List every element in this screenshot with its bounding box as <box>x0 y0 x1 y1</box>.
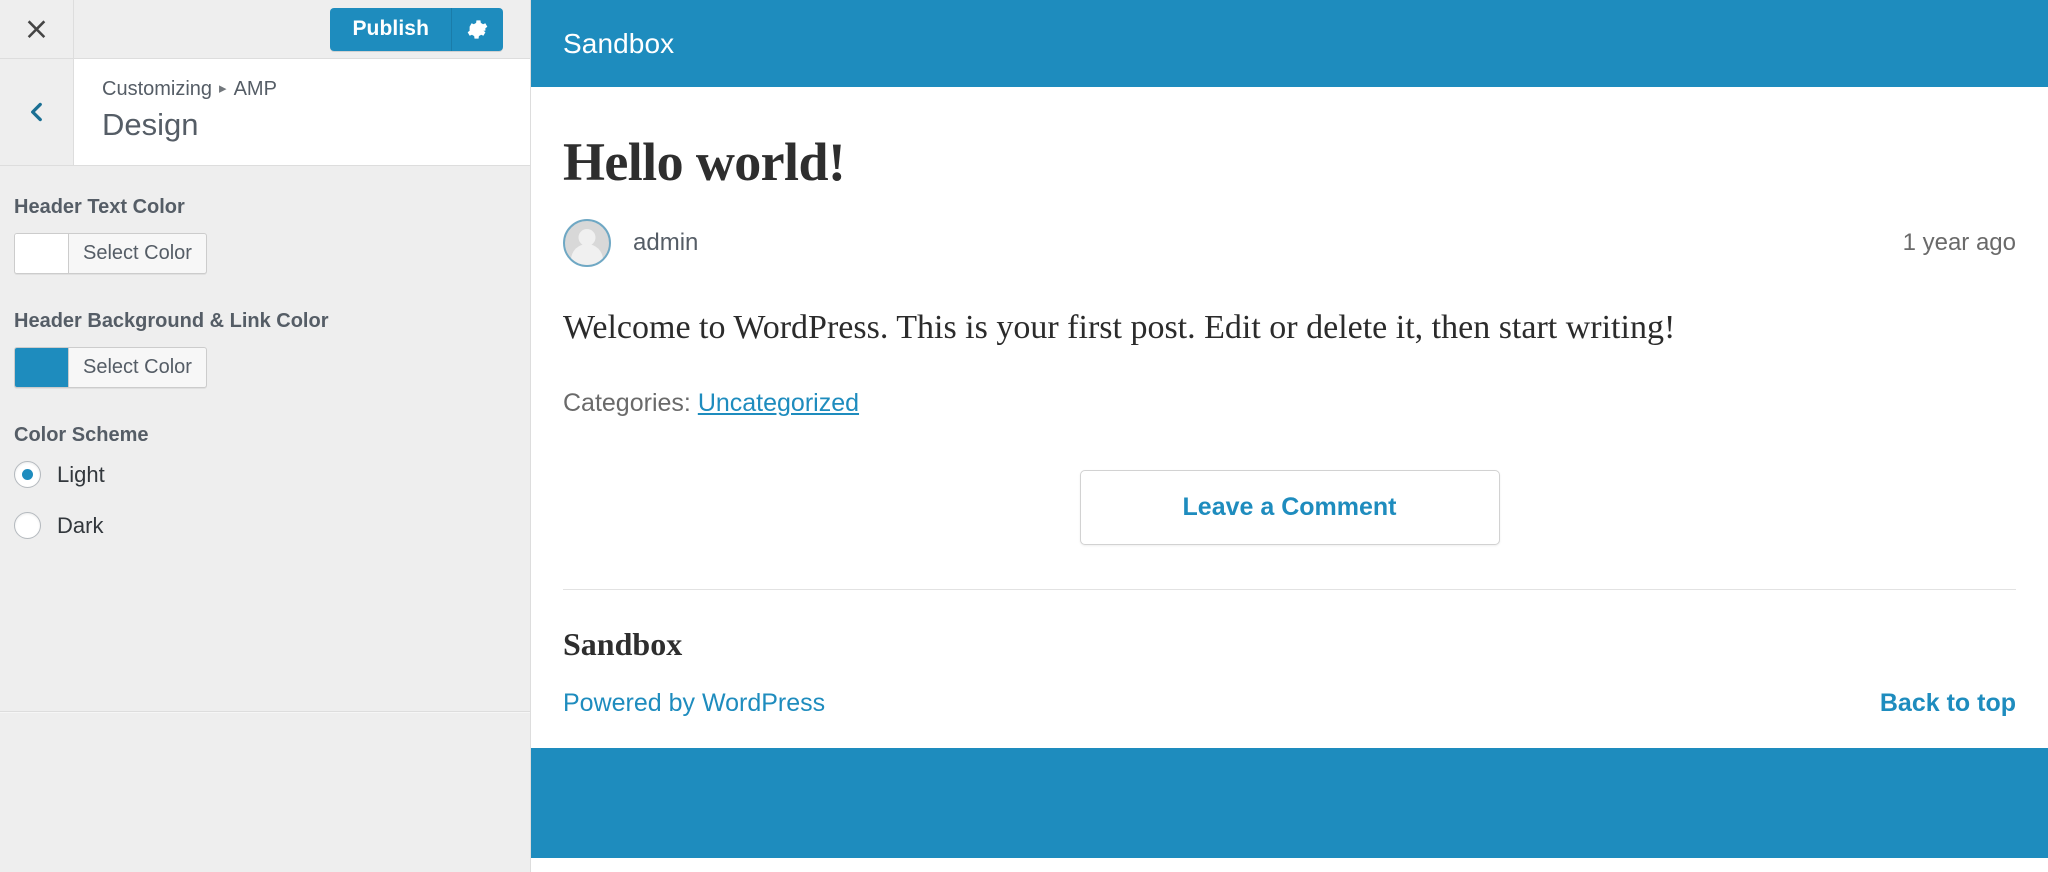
select-color-label: Select Color <box>83 242 192 264</box>
control-label: Header Text Color <box>14 196 185 218</box>
control-color-scheme: Color Scheme Light Dark <box>14 424 516 539</box>
category-link-uncategorized[interactable]: Uncategorized <box>698 389 859 417</box>
header-background-color-picker[interactable]: Select Color <box>14 347 207 388</box>
post-article: Hello world! admin 1 year ago Welcome to… <box>531 87 2048 591</box>
control-label: Header Background & Link Color <box>14 310 329 332</box>
header-text-color-picker[interactable]: Select Color <box>14 233 207 274</box>
color-swatch <box>15 234 69 273</box>
customizer-topbar: × Publish <box>0 0 530 59</box>
panel-back-button[interactable] <box>0 59 74 165</box>
post-meta: admin 1 year ago <box>563 219 2016 268</box>
publish-area: Publish <box>74 0 530 58</box>
publish-button[interactable]: Publish <box>330 7 451 51</box>
site-header: Sandbox <box>531 0 2048 87</box>
radio-label: Dark <box>57 512 104 538</box>
customizer-controls: Header Text Color Select Color Header Ba… <box>0 166 530 539</box>
footer-links: Powered by WordPress Back to top <box>563 689 2016 718</box>
select-color-label: Select Color <box>83 356 192 378</box>
site-footer: Sandbox Powered by WordPress Back to top <box>531 590 2048 749</box>
customizer-app: × Publish Customizing ▸ AMP Design Heade… <box>0 0 2048 872</box>
site-preview: Sandbox Hello world! admin 1 year ago We… <box>531 0 2048 872</box>
site-title[interactable]: Sandbox <box>563 28 674 60</box>
breadcrumb-separator-icon: ▸ <box>219 80 227 98</box>
radio-label: Light <box>57 461 105 487</box>
categories-label: Categories: <box>563 389 691 418</box>
panel-header: Customizing ▸ AMP Design <box>0 59 530 166</box>
publish-button-group: Publish <box>330 7 503 51</box>
leave-a-comment-button[interactable]: Leave a Comment <box>1079 470 1500 546</box>
customizer-sidebar: × Publish Customizing ▸ AMP Design Heade… <box>0 0 531 872</box>
publish-settings-button[interactable] <box>451 7 503 51</box>
post-title: Hello world! <box>563 132 846 192</box>
post-timestamp: 1 year ago <box>1902 229 2016 257</box>
post-body: Welcome to WordPress. This is your first… <box>563 309 1676 347</box>
close-icon: × <box>23 10 50 47</box>
footer-accent-bar <box>531 748 2048 859</box>
breadcrumb: Customizing ▸ AMP <box>102 76 530 102</box>
color-swatch <box>15 348 69 387</box>
radio-icon[interactable] <box>14 461 41 488</box>
page-title: Design <box>102 107 199 142</box>
sidebar-divider <box>0 711 530 712</box>
avatar <box>563 219 611 268</box>
comment-button-wrap: Leave a Comment <box>563 470 2016 546</box>
breadcrumb-section: AMP <box>233 78 277 100</box>
post-author: admin <box>633 229 699 257</box>
post-categories: Categories: Uncategorized <box>563 389 2016 418</box>
close-customizer-button[interactable]: × <box>0 0 74 58</box>
radio-icon[interactable] <box>14 512 41 539</box>
back-to-top-link[interactable]: Back to top <box>1880 689 2016 718</box>
gear-icon <box>466 18 489 41</box>
chevron-left-icon <box>24 99 50 125</box>
footer-site-title: Sandbox <box>563 626 683 663</box>
panel-title-group: Customizing ▸ AMP Design <box>74 59 530 165</box>
control-header-text-color: Header Text Color Select Color <box>14 196 516 278</box>
control-header-background-link-color: Header Background & Link Color Select Co… <box>14 310 516 392</box>
breadcrumb-root: Customizing <box>102 78 213 100</box>
radio-option-light[interactable]: Light <box>14 461 516 488</box>
powered-by-wordpress-link[interactable]: Powered by WordPress <box>563 689 825 718</box>
control-label: Color Scheme <box>14 424 149 446</box>
radio-option-dark[interactable]: Dark <box>14 512 516 539</box>
